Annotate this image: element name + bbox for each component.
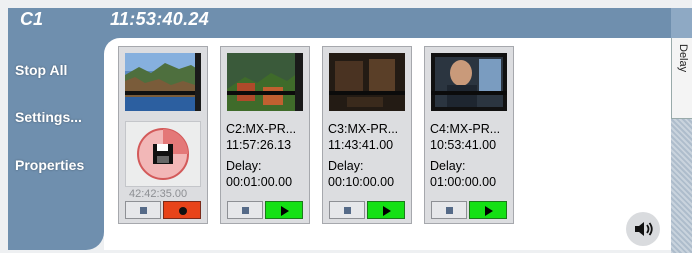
stop-icon — [242, 207, 249, 214]
record-button[interactable] — [163, 201, 201, 219]
speaker-icon — [635, 222, 653, 236]
channel-card: C3:MX-PR... 11:43:41.00 Delay: 00:10:00.… — [322, 46, 412, 224]
stop-icon — [446, 207, 453, 214]
stop-button[interactable] — [125, 201, 161, 219]
stop-button[interactable] — [431, 201, 467, 219]
delay-value: 00:01:00.00 — [226, 175, 293, 189]
channel-name: C4:MX-PR... — [430, 122, 501, 136]
recorder-controls — [125, 201, 201, 219]
rail-scroll-area — [671, 118, 692, 253]
play-icon — [383, 206, 391, 216]
channel-controls — [227, 201, 303, 219]
play-icon — [485, 206, 493, 216]
stop-button[interactable] — [329, 201, 365, 219]
stop-all-button[interactable]: Stop All — [8, 56, 104, 84]
play-button[interactable] — [265, 201, 303, 219]
play-button[interactable] — [469, 201, 507, 219]
delay-label: Delay: — [328, 159, 364, 173]
settings-button[interactable]: Settings... — [8, 103, 104, 131]
audio-button[interactable] — [626, 212, 660, 246]
channel-controls — [431, 201, 507, 219]
stop-icon — [140, 207, 147, 214]
channel-time: 11:43:41.00 — [328, 138, 394, 152]
current-time: 11:53:40.24 — [110, 9, 210, 29]
recorder-thumbnail[interactable] — [125, 53, 201, 111]
recording-panel — [125, 121, 201, 187]
delay-value: 01:00:00.00 — [430, 175, 497, 189]
title-bar — [8, 8, 671, 38]
floppy-disk-icon — [137, 128, 189, 180]
delay-value: 00:10:00.00 — [328, 175, 395, 189]
channel-time: 11:57:26.13 — [226, 138, 292, 152]
properties-button[interactable]: Properties — [8, 151, 104, 179]
channel-controls — [329, 201, 405, 219]
play-button[interactable] — [367, 201, 405, 219]
sidebar: Stop All Settings... Properties — [8, 38, 104, 250]
channel-card: C2:MX-PR... 11:57:26.13 Delay: 00:01:00.… — [220, 46, 310, 224]
app-window: C1 11:53:40.24 Delay Stop All Settings..… — [0, 0, 692, 253]
channel-name: C3:MX-PR... — [328, 122, 399, 136]
delay-label: Delay: — [226, 159, 262, 173]
delay-label: Delay: — [430, 159, 466, 173]
stop-icon — [344, 207, 351, 214]
recording-elapsed: 42:42:35.00 — [129, 188, 188, 200]
window-title: C1 — [20, 9, 44, 29]
stop-button[interactable] — [227, 201, 263, 219]
channel-thumbnail[interactable] — [227, 53, 303, 111]
channel-thumbnail[interactable] — [329, 53, 405, 111]
recorder-card: 42:42:35.00 — [118, 46, 208, 224]
channel-card: C4:MX-PR... 10:53:41.00 Delay: 01:00:00.… — [424, 46, 514, 224]
record-icon — [179, 207, 187, 215]
play-icon — [281, 206, 289, 216]
channel-name: C2:MX-PR... — [226, 122, 297, 136]
tab-delay-label: Delay — [677, 44, 689, 73]
channel-thumbnail[interactable] — [431, 53, 507, 111]
channel-time: 10:53:41.00 — [430, 138, 497, 152]
